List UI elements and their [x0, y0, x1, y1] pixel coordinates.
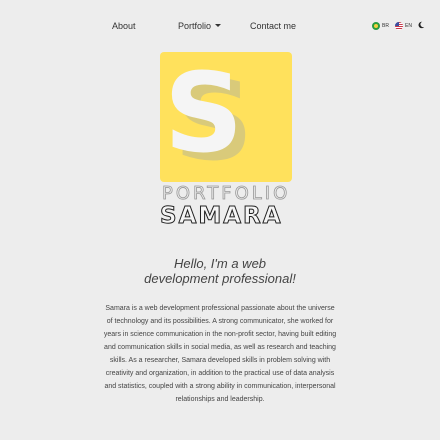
caret-down-icon	[215, 24, 222, 27]
language-en-label: EN	[405, 23, 412, 29]
brazil-flag-icon	[372, 22, 380, 30]
us-flag-icon	[395, 22, 403, 30]
hero-headline: Hello, I'm a web development professiona…	[0, 256, 440, 286]
hero-headline-line-2: development professional!	[144, 271, 296, 286]
portfolio-logo: S S PORTFOLIO SAMARA	[160, 52, 294, 232]
logo-letter: S	[164, 49, 244, 177]
language-br-label: BR	[382, 23, 389, 29]
moon-icon[interactable]	[417, 21, 425, 29]
logo-word-portfolio: PORTFOLIO	[162, 183, 291, 204]
nav-portfolio-dropdown[interactable]: Portfolio	[178, 21, 222, 31]
hero-headline-line-1: Hello, I'm a web	[173, 256, 267, 271]
language-en-button[interactable]: EN	[395, 22, 412, 30]
nav-about-link[interactable]: About	[112, 21, 136, 31]
navbar: About Portfolio Contact me BR EN	[0, 0, 440, 54]
nav-contact-link[interactable]: Contact me	[250, 21, 296, 31]
logo-word-samara: SAMARA	[160, 203, 283, 230]
nav-portfolio-label: Portfolio	[178, 21, 212, 31]
bio-paragraph: Samara is a web development professional…	[103, 305, 337, 403]
language-br-button[interactable]: BR	[372, 22, 389, 30]
